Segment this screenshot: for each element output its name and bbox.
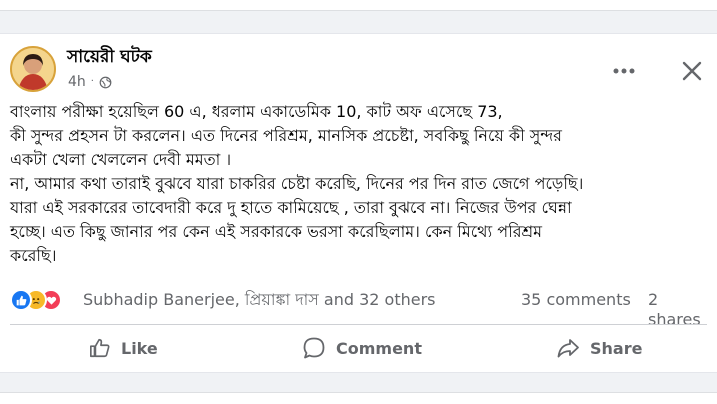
post-text: বাংলায় পরীক্ষা হয়েছিল 60 এ, ধরলাম একাড… (10, 100, 710, 268)
post-meta: 4h · (68, 73, 112, 91)
separator-dot: · (90, 76, 94, 87)
post-text-line: হচ্ছে। এত কিছু জানার পর কেন এই সরকারকে ভ… (10, 222, 543, 241)
post-text-line: না, আমার কথা তারাই বুঝবে যারা চাকরির চেষ… (10, 174, 584, 193)
close-button[interactable] (677, 56, 707, 86)
post-time[interactable]: 4h (68, 73, 86, 91)
post-header: সায়েরী ঘটক 4h · (10, 46, 717, 96)
like-label: Like (121, 338, 158, 358)
author-name[interactable]: সায়েরী ঘটক (67, 47, 152, 67)
like-icon (90, 338, 110, 358)
divider (10, 324, 707, 325)
previous-post-card (0, 0, 717, 11)
next-post-card (0, 392, 717, 404)
share-button[interactable]: Share (556, 328, 642, 368)
reactors-text[interactable]: Subhadip Banerjee, প্রিয়াঙ্কা দাস and 3… (83, 290, 436, 310)
post-text-line: করেছি। (10, 246, 57, 265)
post-text-line: যারা এই সরকারের তাবেদারী করে দু হাতে কাম… (10, 198, 572, 217)
comment-button[interactable]: Comment (302, 328, 422, 368)
close-icon (682, 61, 702, 81)
post-text-line: একটা খেলা খেললেন দেবী মমতা । (10, 150, 232, 169)
post-actions: Like Comment Share (0, 328, 717, 368)
post-text-line: বাংলায় পরীক্ষা হয়েছিল 60 এ, ধরলাম একাড… (10, 102, 503, 121)
comment-icon (303, 337, 325, 359)
comments-count[interactable]: 35 comments (521, 290, 631, 310)
share-icon (557, 339, 579, 358)
more-options-icon (613, 68, 635, 74)
post-card: সায়েরী ঘটক 4h · বাংলায় পরীক্ষা হয়েছিল… (0, 33, 717, 373)
globe-icon (99, 76, 112, 88)
like-button[interactable]: Like (89, 328, 158, 368)
avatar[interactable] (10, 46, 56, 92)
reaction-icons[interactable] (10, 289, 78, 311)
share-label: Share (590, 338, 643, 358)
post-text-line: কী সুন্দর প্রহসন টা করলেন। এত দিনের পরিশ… (10, 126, 562, 145)
like-reaction-icon (10, 289, 32, 311)
avatar-image (12, 48, 54, 90)
comment-label: Comment (336, 338, 422, 358)
post-stats: Subhadip Banerjee, প্রিয়াঙ্কা দাস and 3… (10, 287, 715, 329)
more-options-button[interactable] (609, 56, 639, 86)
